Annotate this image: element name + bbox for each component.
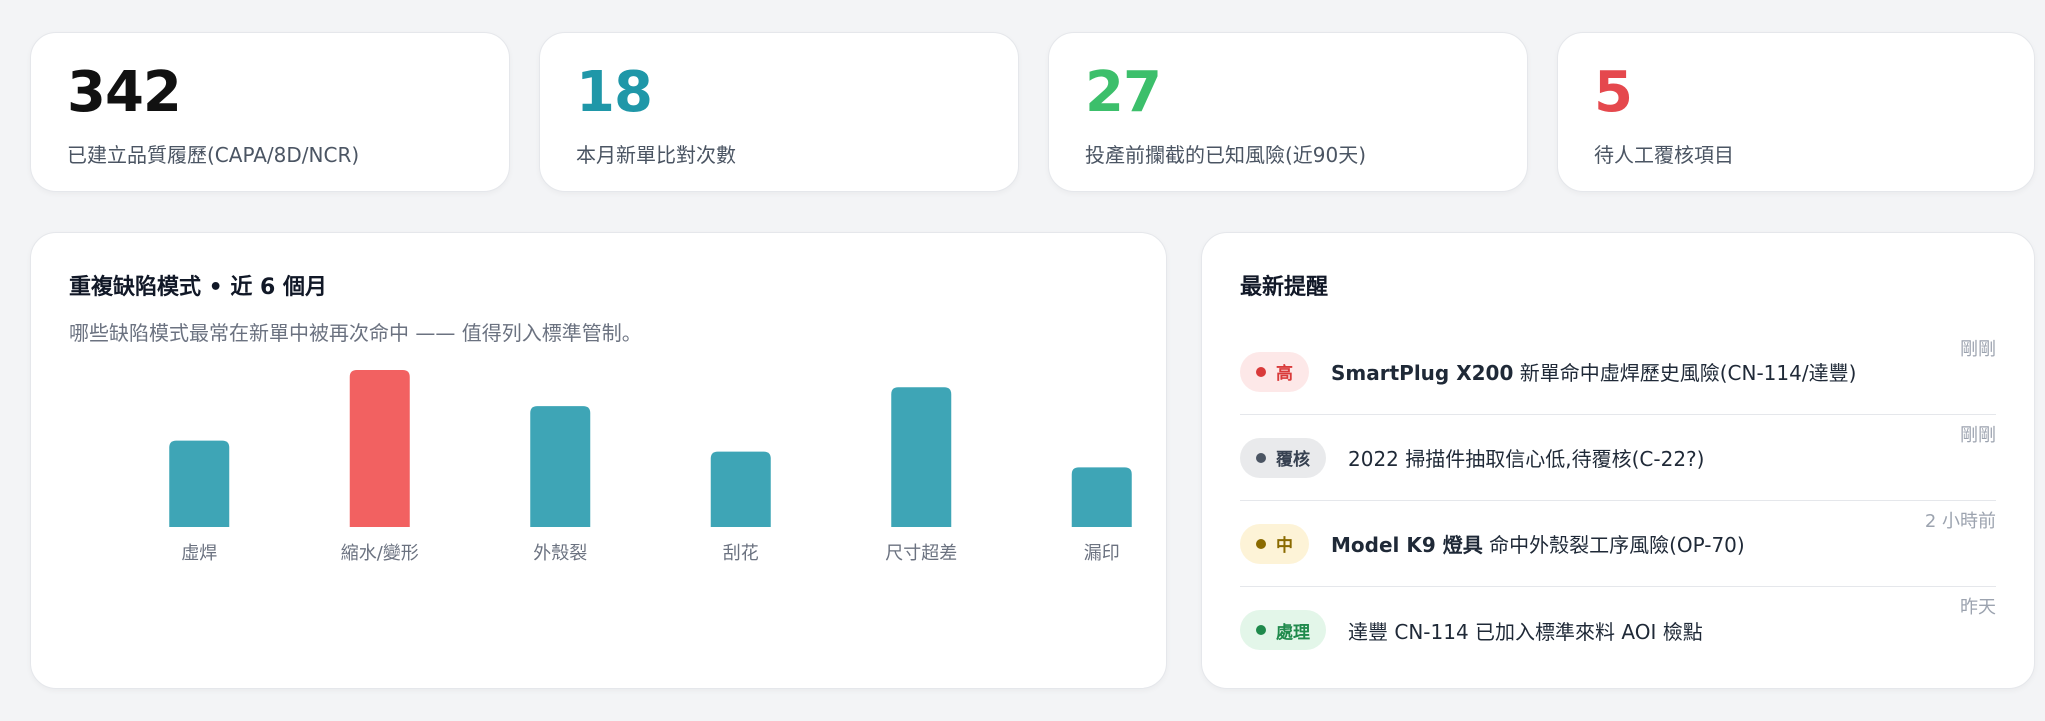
badge-label: 高	[1276, 364, 1293, 384]
dot-icon	[1256, 538, 1266, 549]
alert-time: 昨天	[1960, 597, 1996, 618]
stat-label: 本月新單比對次數	[576, 143, 736, 167]
alerts-title: 最新提醒	[1240, 275, 1329, 300]
bar[interactable]	[710, 451, 771, 527]
alert-time: 剛剛	[1960, 339, 1996, 360]
dot-icon	[1256, 366, 1266, 377]
alert-text: 2022 掃描件抽取信心低,待覆核(C-22?)	[1348, 443, 1960, 472]
bar[interactable]	[349, 370, 410, 527]
stat-value: 342	[67, 60, 182, 125]
bar[interactable]	[1071, 467, 1132, 527]
stat-card-pending-review: 5 待人工覆核項目	[1557, 32, 2035, 192]
category-label: 外殼裂	[533, 543, 587, 564]
dot-icon	[1256, 452, 1266, 463]
latest-alerts-card: 最新提醒 高 SmartPlug X200 新單命中虛焊歷史風險(CN-114/…	[1201, 232, 2035, 689]
alert-time: 2 小時前	[1924, 511, 1996, 532]
severity-badge: 高	[1240, 351, 1309, 392]
severity-badge: 中	[1240, 523, 1309, 564]
alert-time: 剛剛	[1960, 425, 1996, 446]
chart-title: 重複缺陷模式 • 近 6 個月	[69, 275, 328, 300]
category-label: 漏印	[1084, 543, 1120, 564]
alert-item[interactable]: 中 Model K9 燈具 命中外殼裂工序風險(OP-70) 2 小時前	[1240, 501, 1996, 587]
severity-badge: 覆核	[1240, 437, 1326, 478]
chart-subtitle: 哪些缺陷模式最常在新單中被再次命中 —— 值得列入標準管制。	[69, 321, 642, 345]
bar-chart: 虛焊 縮水/變形 外殼裂 刮花 尺寸超差 漏印	[169, 370, 1132, 564]
stat-label: 待人工覆核項目	[1594, 143, 1734, 167]
alert-message: 新單命中虛焊歷史風險(CN-114/達豐)	[1513, 361, 1857, 385]
bar[interactable]	[169, 440, 230, 527]
category-label: 刮花	[723, 543, 759, 564]
stat-label: 投產前攔截的已知風險(近90天)	[1085, 143, 1367, 167]
badge-label: 中	[1276, 536, 1293, 556]
alert-message: 命中外殼裂工序風險(OP-70)	[1482, 533, 1745, 557]
alert-item[interactable]: 高 SmartPlug X200 新單命中虛焊歷史風險(CN-114/達豐) 剛…	[1240, 329, 1996, 415]
stat-label: 已建立品質履歷(CAPA/8D/NCR)	[67, 143, 360, 167]
alert-item[interactable]: 處理 達豐 CN-114 已加入標準來料 AOI 檢點 昨天	[1240, 587, 1996, 673]
bar[interactable]	[891, 387, 952, 527]
alert-product: Model K9 燈具	[1331, 533, 1483, 557]
stat-card-intercepted-risks: 27 投產前攔截的已知風險(近90天)	[1048, 32, 1528, 192]
badge-label: 處理	[1276, 622, 1310, 643]
category-label: 縮水/變形	[341, 543, 419, 564]
category-label: 尺寸超差	[885, 543, 957, 564]
bar[interactable]	[530, 406, 591, 527]
defect-pattern-chart-card: 虛焊 縮水/變形 外殼裂 刮花 尺寸超差 漏印 重複缺陷模式 • 近 6 個月 哪些缺陷模…	[30, 232, 1167, 689]
alert-item[interactable]: 覆核 2022 掃描件抽取信心低,待覆核(C-22?) 剛剛	[1240, 415, 1996, 501]
alert-text: 達豐 CN-114 已加入標準來料 AOI 檢點	[1348, 616, 1960, 645]
alert-text: SmartPlug X200 新單命中虛焊歷史風險(CN-114/達豐)	[1331, 357, 1960, 386]
alert-product: SmartPlug X200	[1331, 361, 1514, 385]
stat-value: 27	[1085, 60, 1162, 125]
badge-label: 覆核	[1276, 450, 1310, 470]
alert-message: 達豐 CN-114 已加入標準來料 AOI 檢點	[1348, 619, 1703, 644]
stat-value: 5	[1594, 60, 1633, 125]
alert-message: 2022 掃描件抽取信心低,待覆核(C-22?)	[1348, 447, 1705, 471]
stat-card-quality-records: 342 已建立品質履歷(CAPA/8D/NCR)	[30, 32, 510, 192]
severity-badge: 處理	[1240, 610, 1326, 650]
dot-icon	[1256, 625, 1266, 635]
stat-card-monthly-comparisons: 18 本月新單比對次數	[539, 32, 1019, 192]
category-label: 虛焊	[181, 543, 217, 564]
alert-text: Model K9 燈具 命中外殼裂工序風險(OP-70)	[1331, 529, 1925, 558]
stat-value: 18	[576, 60, 653, 125]
